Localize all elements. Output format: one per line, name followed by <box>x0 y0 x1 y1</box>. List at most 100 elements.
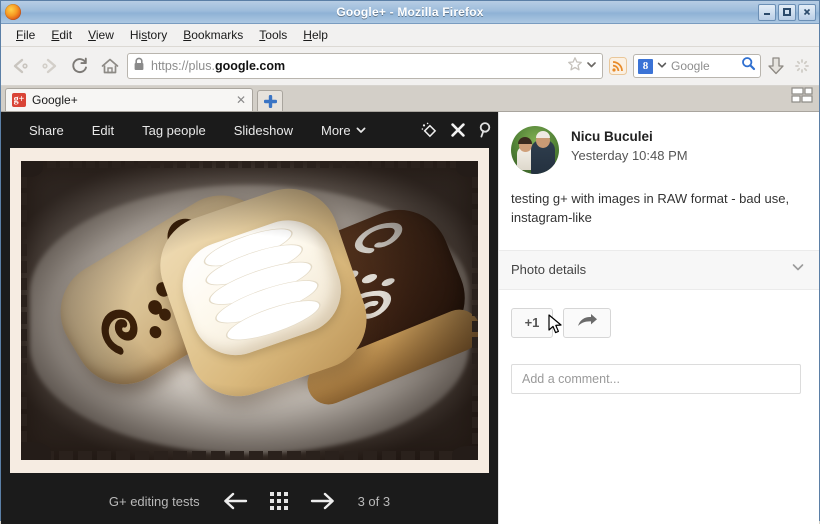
minimize-button[interactable] <box>758 3 776 21</box>
photo-viewer-toolbar-icons <box>420 121 498 139</box>
menu-view[interactable]: View <box>81 26 121 44</box>
film-edge-top <box>21 161 478 168</box>
avatar-man-hair <box>536 131 550 138</box>
chevron-down-icon <box>356 127 366 133</box>
more-label: More <box>321 122 351 138</box>
previous-photo-button[interactable] <box>222 492 248 510</box>
url-text: https://plus.google.com <box>151 59 285 73</box>
post-header: Nicu Buculei Yesterday 10:48 PM <box>499 112 819 174</box>
edit-button[interactable]: Edit <box>78 123 128 138</box>
bookmark-controls <box>567 56 597 77</box>
share-button[interactable]: Share <box>15 123 78 138</box>
close-icon[interactable] <box>450 122 466 138</box>
downloads-button[interactable] <box>765 54 787 78</box>
film-edge-right <box>472 161 478 460</box>
magnifier-icon[interactable] <box>741 56 756 76</box>
reload-button[interactable] <box>67 53 93 79</box>
firefox-logo-icon <box>5 4 21 20</box>
padlock-icon <box>133 57 145 76</box>
tab-bar: g+ Google+ ✕ <box>1 86 819 112</box>
photo-details-row[interactable]: Photo details <box>499 249 819 290</box>
menu-view-rest: iew <box>95 28 114 42</box>
comment-placeholder: Add a comment... <box>522 371 620 386</box>
post-panel: Nicu Buculei Yesterday 10:48 PM testing … <box>498 112 819 524</box>
album-name[interactable]: G+ editing tests <box>109 494 200 509</box>
google-plus-favicon-icon: g+ <box>12 93 26 107</box>
menu-history[interactable]: History <box>123 26 174 44</box>
menu-bookmarks-rest: ookmarks <box>191 28 244 42</box>
url-bar[interactable]: https://plus.google.com <box>127 53 603 79</box>
post-timestamp[interactable]: Yesterday 10:48 PM <box>571 146 688 166</box>
menu-help[interactable]: Help <box>296 26 335 44</box>
star-icon[interactable] <box>567 56 583 77</box>
auto-enhance-icon[interactable] <box>420 121 438 139</box>
comment-input[interactable]: Add a comment... <box>511 363 801 394</box>
window-title: Google+ - Mozilla Firefox <box>336 5 484 19</box>
close-button[interactable] <box>798 3 816 21</box>
url-domain: google.com <box>214 59 286 73</box>
avatar[interactable] <box>511 126 559 174</box>
photo-image[interactable] <box>10 148 489 473</box>
menu-file[interactable]: File <box>9 26 42 44</box>
tag-people-button[interactable]: Tag people <box>128 123 220 138</box>
avatar-child-hair <box>518 137 532 144</box>
tab-label: Google+ <box>32 93 78 107</box>
list-all-tabs-icon[interactable] <box>791 87 813 108</box>
share-arrow-icon <box>576 313 598 332</box>
menu-bar: File Edit View History Bookmarks Tools H… <box>1 24 819 47</box>
loading-spinner-icon <box>791 54 813 78</box>
next-photo-button[interactable] <box>310 492 336 510</box>
photo-stage <box>1 148 498 478</box>
firefox-window: Google+ - Mozilla Firefox File Edit View… <box>0 0 820 524</box>
slideshow-button[interactable]: Slideshow <box>220 123 307 138</box>
photo-viewer-footer: G+ editing tests 3 of 3 <box>1 478 498 524</box>
rss-feed-icon[interactable] <box>607 55 629 77</box>
menu-tools-rest: ools <box>265 28 288 42</box>
photo-inner <box>21 161 478 460</box>
forward-button[interactable] <box>37 53 63 79</box>
plus-one-label: +1 <box>524 315 540 331</box>
film-corner-br <box>452 446 478 460</box>
post-author[interactable]: Nicu Buculei <box>571 128 688 146</box>
zoom-magnifier-icon[interactable] <box>478 121 494 139</box>
search-input[interactable]: Google <box>671 59 737 73</box>
window-controls <box>758 3 819 21</box>
chevron-down-icon[interactable] <box>586 57 597 75</box>
home-button[interactable] <box>97 53 123 79</box>
page-content: Share Edit Tag people Slideshow More G+ … <box>1 112 819 524</box>
film-edge-left <box>21 161 27 460</box>
title-bar: Google+ - Mozilla Firefox <box>1 1 819 24</box>
tab-google-plus[interactable]: g+ Google+ ✕ <box>5 88 253 111</box>
film-corner-bl <box>21 442 51 460</box>
post-text: testing g+ with images in RAW format - b… <box>511 191 790 225</box>
photo-counter: 3 of 3 <box>357 493 391 509</box>
google-search-engine-icon[interactable]: 8 <box>638 58 653 74</box>
photo-vignette <box>21 161 478 460</box>
photo-details-label: Photo details <box>511 262 587 278</box>
menu-edit[interactable]: Edit <box>44 26 79 44</box>
menu-tools[interactable]: Tools <box>252 26 294 44</box>
menu-help-rest: elp <box>311 28 328 42</box>
url-prefix: https://plus. <box>151 59 215 73</box>
tab-close-icon[interactable]: ✕ <box>236 94 246 106</box>
mouse-cursor <box>548 314 564 341</box>
menu-edit-rest: dit <box>59 28 73 42</box>
plus-one-button[interactable]: +1 <box>511 307 553 338</box>
grid-view-icon[interactable] <box>269 492 288 510</box>
film-edge-bottom <box>21 451 478 460</box>
search-bar[interactable]: 8 Google <box>633 54 761 78</box>
search-engine-chevron-icon[interactable] <box>657 57 667 75</box>
menu-bookmarks[interactable]: Bookmarks <box>176 26 250 44</box>
photo-viewer-toolbar: Share Edit Tag people Slideshow More <box>1 112 498 148</box>
post-meta: Nicu Buculei Yesterday 10:48 PM <box>571 126 688 166</box>
share-post-button[interactable] <box>563 307 611 338</box>
post-actions: +1 <box>499 290 819 338</box>
maximize-button[interactable] <box>778 3 796 21</box>
chevron-down-icon[interactable] <box>791 260 805 279</box>
back-button[interactable] <box>7 53 33 79</box>
more-button[interactable]: More <box>307 123 380 138</box>
menu-file-rest: ile <box>23 28 36 42</box>
photo-viewer: Share Edit Tag people Slideshow More G+ … <box>1 112 498 524</box>
new-tab-button[interactable] <box>257 90 283 111</box>
comment-area: Add a comment... <box>499 338 819 394</box>
